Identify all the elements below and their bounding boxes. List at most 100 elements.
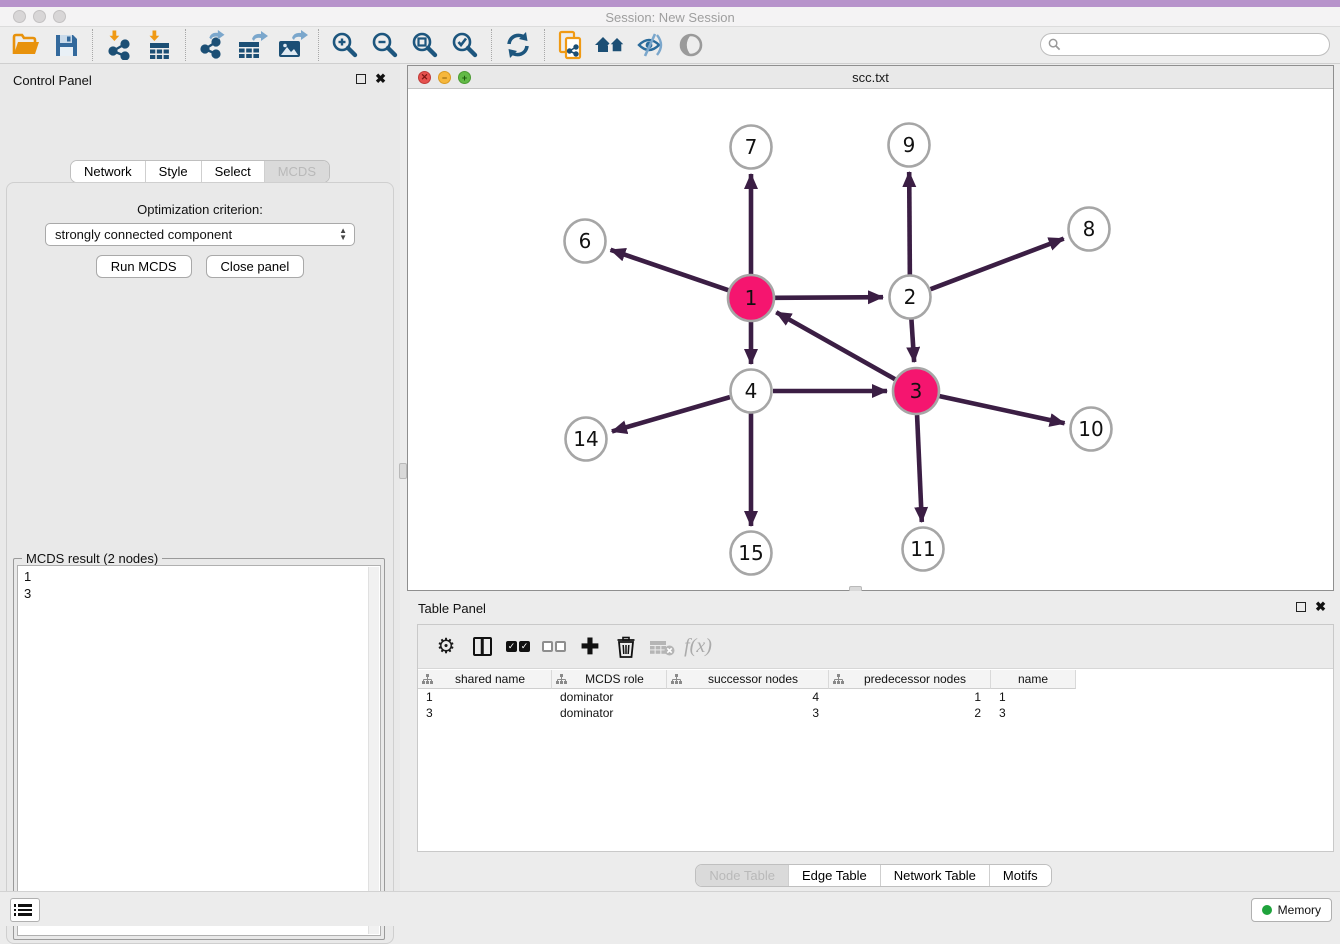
- titlebar-accent: [0, 0, 1340, 7]
- table-cell: 1: [418, 689, 552, 705]
- update-icon[interactable]: [501, 29, 535, 61]
- edge-1-2[interactable]: [775, 297, 883, 298]
- search-box[interactable]: [1040, 33, 1330, 56]
- network-graph-canvas[interactable]: 7 9 6 8 1 2 4 3 14 10 15 11: [408, 89, 1333, 590]
- mcds-result-title: MCDS result (2 nodes): [22, 551, 162, 566]
- column-header-successor-nodes[interactable]: successor nodes: [667, 670, 829, 689]
- graph-node-15[interactable]: 15: [731, 532, 772, 575]
- network-view-window: ✕ − + scc.txt 7 9 6 8 1 2 4 3 14 10 15 11: [407, 65, 1334, 591]
- export-table-icon[interactable]: [235, 29, 269, 61]
- node-label: 10: [1078, 417, 1103, 441]
- import-table-icon[interactable]: [142, 29, 176, 61]
- table-cell: 3: [667, 705, 829, 721]
- hide-graphics-details-icon[interactable]: [634, 29, 668, 61]
- export-network-icon[interactable]: [195, 29, 229, 61]
- node-label: 2: [904, 285, 917, 309]
- tab-network[interactable]: Network: [71, 161, 146, 182]
- tab-style[interactable]: Style: [146, 161, 202, 182]
- node-label: 8: [1083, 217, 1096, 241]
- hierarchy-icon: [556, 674, 567, 685]
- network-window-titlebar[interactable]: ✕ − + scc.txt: [408, 66, 1333, 89]
- hierarchy-icon: [422, 674, 433, 685]
- run-mcds-button[interactable]: Run MCDS: [96, 255, 192, 278]
- graph-node-7[interactable]: 7: [731, 126, 772, 169]
- open-session-icon[interactable]: [9, 29, 43, 61]
- bird-eye-view-icon[interactable]: [674, 29, 708, 61]
- list-icon: [18, 904, 32, 915]
- edge-2-9[interactable]: [909, 172, 910, 275]
- graph-node-11[interactable]: 11: [903, 528, 944, 571]
- tab-network-table[interactable]: Network Table: [881, 865, 990, 886]
- memory-label: Memory: [1278, 903, 1321, 917]
- toolbar-separator: [185, 29, 186, 61]
- tab-node-table[interactable]: Node Table: [696, 865, 789, 886]
- edge-2-8[interactable]: [931, 239, 1064, 290]
- toolbar-separator: [491, 29, 492, 61]
- memory-button[interactable]: Memory: [1251, 898, 1332, 922]
- vertical-splitter-handle[interactable]: [399, 463, 407, 479]
- graph-node-8[interactable]: 8: [1069, 208, 1110, 251]
- table-row[interactable]: 3dominator323: [418, 705, 1333, 721]
- graph-node-1[interactable]: 1: [728, 275, 774, 321]
- memory-status-icon: [1262, 905, 1272, 915]
- edge-3-11[interactable]: [917, 415, 922, 522]
- control-panel: Control Panel ✖ NetworkStyleSelectMCDS O…: [0, 64, 400, 891]
- add-column-icon[interactable]: ✚: [572, 632, 608, 662]
- tab-mcds[interactable]: MCDS: [265, 161, 329, 182]
- graph-node-9[interactable]: 9: [889, 124, 930, 167]
- close-panel-icon[interactable]: ✖: [375, 74, 386, 84]
- node-label: 11: [910, 537, 935, 561]
- node-label: 4: [745, 379, 758, 403]
- mcds-result-textarea[interactable]: 13: [17, 565, 381, 936]
- table-row[interactable]: 1dominator411: [418, 689, 1333, 705]
- zoom-out-icon[interactable]: [368, 29, 402, 61]
- unselect-all-columns-icon[interactable]: [536, 632, 572, 662]
- edge-1-6[interactable]: [611, 250, 729, 290]
- column-header-predecessor-nodes[interactable]: predecessor nodes: [829, 670, 991, 689]
- close-panel-button[interactable]: Close panel: [206, 255, 305, 278]
- float-panel-icon[interactable]: [1296, 602, 1306, 612]
- column-header-MCDS-role[interactable]: MCDS role: [552, 670, 667, 689]
- import-network-icon[interactable]: [102, 29, 136, 61]
- graph-node-4[interactable]: 4: [731, 370, 772, 413]
- toolbar-separator: [92, 29, 93, 61]
- node-table-header: shared nameMCDS rolesuccessor nodesprede…: [418, 670, 1333, 689]
- column-header-name[interactable]: name: [991, 670, 1076, 689]
- table-settings-gear-icon[interactable]: ⚙: [428, 632, 464, 662]
- tab-motifs[interactable]: Motifs: [990, 865, 1051, 886]
- hierarchy-icon: [671, 674, 682, 685]
- export-image-icon[interactable]: [275, 29, 309, 61]
- graph-node-2[interactable]: 2: [890, 276, 931, 319]
- edge-3-1[interactable]: [776, 312, 895, 379]
- graph-node-10[interactable]: 10: [1071, 408, 1112, 451]
- control-panel-tabs: NetworkStyleSelectMCDS: [0, 160, 400, 183]
- zoom-selected-icon[interactable]: [448, 29, 482, 61]
- float-panel-icon[interactable]: [356, 74, 366, 84]
- tab-edge-table[interactable]: Edge Table: [789, 865, 881, 886]
- show-columns-icon[interactable]: [464, 632, 500, 662]
- node-table: shared nameMCDS rolesuccessor nodesprede…: [418, 670, 1333, 721]
- scrollbar-track[interactable]: [368, 567, 379, 934]
- graph-node-3[interactable]: 3: [893, 368, 939, 414]
- criterion-select[interactable]: strongly connected component ▲▼: [45, 223, 355, 246]
- column-header-shared-name[interactable]: shared name: [418, 670, 552, 689]
- zoom-fit-icon[interactable]: [408, 29, 442, 61]
- node-table-body: 1dominator4113dominator323: [418, 689, 1333, 721]
- select-all-columns-icon[interactable]: ✓✓: [500, 632, 536, 662]
- zoom-in-icon[interactable]: [328, 29, 362, 61]
- delete-column-icon[interactable]: [608, 632, 644, 662]
- graph-node-6[interactable]: 6: [565, 220, 606, 263]
- edge-2-3[interactable]: [911, 319, 914, 362]
- select-arrows-icon: ▲▼: [339, 227, 347, 241]
- search-input[interactable]: [1061, 36, 1329, 54]
- close-panel-icon[interactable]: ✖: [1315, 602, 1326, 612]
- edge-3-10[interactable]: [939, 396, 1064, 423]
- task-history-button[interactable]: [10, 898, 40, 922]
- tab-select[interactable]: Select: [202, 161, 265, 182]
- graph-node-14[interactable]: 14: [566, 418, 607, 461]
- duplicate-network-icon[interactable]: [554, 29, 588, 61]
- table-cell: 1: [829, 689, 991, 705]
- edge-4-14[interactable]: [612, 397, 730, 431]
- save-session-icon[interactable]: [49, 29, 83, 61]
- first-neighbors-icon[interactable]: [594, 29, 628, 61]
